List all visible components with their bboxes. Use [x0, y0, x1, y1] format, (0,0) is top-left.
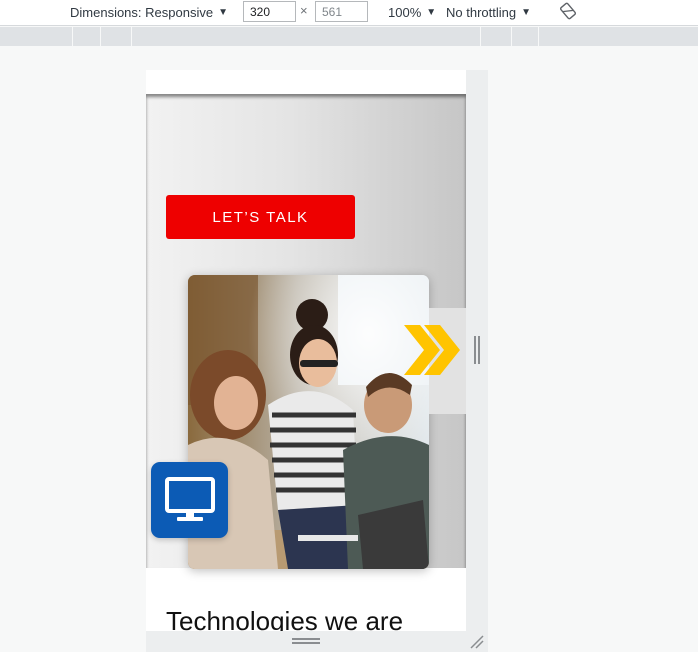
vertical-grip-icon — [474, 336, 480, 364]
double-chevron-right-icon[interactable] — [402, 325, 462, 375]
right-resize-handle[interactable] — [466, 70, 488, 631]
times-symbol: × — [300, 3, 308, 18]
media-query-bar — [0, 27, 698, 46]
width-input[interactable]: 320 — [243, 1, 296, 22]
rotate-icon[interactable] — [558, 1, 578, 21]
throttling-dropdown[interactable]: No throttling ▼ — [446, 0, 531, 25]
media-query-segment[interactable] — [72, 27, 100, 46]
dimensions-label: Dimensions: Responsive — [70, 5, 214, 20]
media-query-segment[interactable] — [480, 27, 511, 46]
media-query-segment[interactable] — [131, 27, 132, 46]
hero-section: LET’S TALK — [146, 94, 466, 569]
media-query-segment[interactable] — [100, 27, 131, 46]
media-query-segment[interactable] — [511, 27, 538, 46]
dimensions-dropdown[interactable]: Dimensions: Responsive ▼ — [70, 0, 228, 25]
bottom-resize-handle[interactable] — [146, 631, 466, 652]
media-query-segment[interactable] — [538, 27, 539, 46]
corner-resize-handle[interactable] — [466, 631, 488, 652]
monitor-icon — [164, 477, 215, 521]
throttling-caret-icon: ▼ — [521, 7, 531, 18]
emulated-viewport: LET’S TALK Technologies we are — [146, 70, 466, 631]
dimensions-caret-icon: ▼ — [218, 7, 228, 18]
monitor-badge — [151, 462, 228, 538]
zoom-caret-icon: ▼ — [426, 7, 437, 18]
throttling-label: No throttling — [446, 5, 517, 20]
site-header — [146, 70, 466, 96]
diagonal-grip-icon — [470, 635, 484, 649]
section-title: Technologies we are — [166, 606, 404, 631]
lets-talk-button[interactable]: LET’S TALK — [166, 195, 355, 239]
zoom-dropdown[interactable]: 100% ▼ — [388, 0, 436, 25]
horizontal-grip-icon — [292, 638, 320, 644]
device-toolbar: Dimensions: Responsive ▼ 320 × 561 100% … — [0, 0, 698, 26]
height-input[interactable]: 561 — [315, 1, 368, 22]
zoom-label: 100% — [388, 5, 422, 20]
